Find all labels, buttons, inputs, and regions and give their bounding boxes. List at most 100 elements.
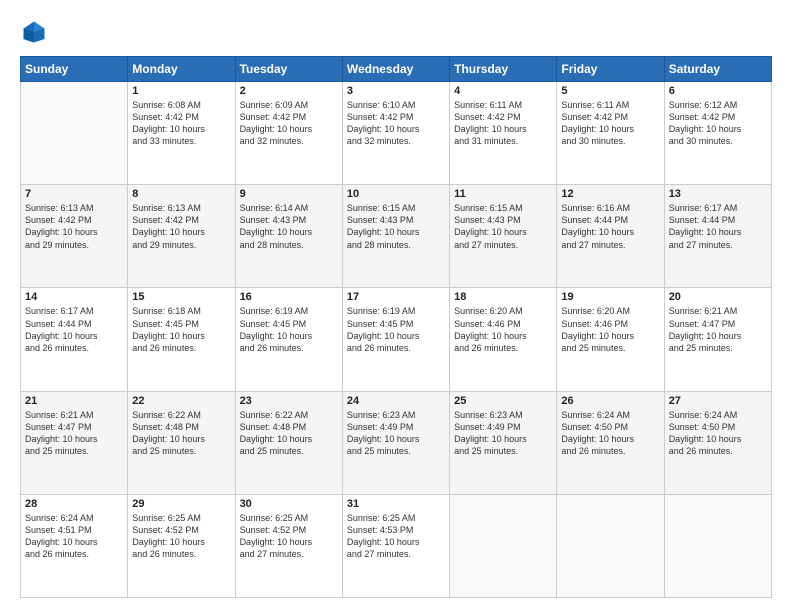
calendar-week-5: 28 Sunrise: 6:24 AM Sunset: 4:51 PM Dayli… (21, 494, 772, 597)
day-info: Sunrise: 6:24 AM Sunset: 4:51 PM Dayligh… (25, 512, 123, 561)
calendar-cell: 24 Sunrise: 6:23 AM Sunset: 4:49 PM Dayli… (342, 391, 449, 494)
header (20, 18, 772, 46)
day-number: 26 (561, 395, 659, 407)
calendar-cell: 17 Sunrise: 6:19 AM Sunset: 4:45 PM Dayli… (342, 288, 449, 391)
day-number: 22 (132, 395, 230, 407)
calendar-cell: 28 Sunrise: 6:24 AM Sunset: 4:51 PM Dayli… (21, 494, 128, 597)
day-info: Sunrise: 6:25 AM Sunset: 4:52 PM Dayligh… (240, 512, 338, 561)
day-info: Sunrise: 6:17 AM Sunset: 4:44 PM Dayligh… (25, 305, 123, 354)
calendar-cell: 20 Sunrise: 6:21 AM Sunset: 4:47 PM Dayli… (664, 288, 771, 391)
day-number: 8 (132, 188, 230, 200)
day-number: 2 (240, 85, 338, 97)
calendar-cell: 5 Sunrise: 6:11 AM Sunset: 4:42 PM Daylig… (557, 82, 664, 185)
calendar-cell: 15 Sunrise: 6:18 AM Sunset: 4:45 PM Dayli… (128, 288, 235, 391)
day-number: 6 (669, 85, 767, 97)
logo-icon (20, 18, 48, 46)
day-number: 18 (454, 291, 552, 303)
calendar-cell: 27 Sunrise: 6:24 AM Sunset: 4:50 PM Dayli… (664, 391, 771, 494)
day-info: Sunrise: 6:22 AM Sunset: 4:48 PM Dayligh… (132, 409, 230, 458)
day-info: Sunrise: 6:25 AM Sunset: 4:53 PM Dayligh… (347, 512, 445, 561)
weekday-friday: Friday (557, 57, 664, 82)
calendar-week-1: 1 Sunrise: 6:08 AM Sunset: 4:42 PM Daylig… (21, 82, 772, 185)
day-number: 19 (561, 291, 659, 303)
day-info: Sunrise: 6:20 AM Sunset: 4:46 PM Dayligh… (454, 305, 552, 354)
logo (20, 18, 52, 46)
day-number: 20 (669, 291, 767, 303)
day-number: 17 (347, 291, 445, 303)
day-number: 24 (347, 395, 445, 407)
weekday-saturday: Saturday (664, 57, 771, 82)
calendar-cell: 31 Sunrise: 6:25 AM Sunset: 4:53 PM Dayli… (342, 494, 449, 597)
day-info: Sunrise: 6:18 AM Sunset: 4:45 PM Dayligh… (132, 305, 230, 354)
page: SundayMondayTuesdayWednesdayThursdayFrid… (0, 0, 792, 612)
calendar-cell: 7Sunrise: 6:13 AM Sunset: 4:42 PM Daylig… (21, 185, 128, 288)
day-number: 16 (240, 291, 338, 303)
calendar-cell (557, 494, 664, 597)
day-info: Sunrise: 6:09 AM Sunset: 4:42 PM Dayligh… (240, 99, 338, 148)
day-info: Sunrise: 6:24 AM Sunset: 4:50 PM Dayligh… (669, 409, 767, 458)
calendar-cell (21, 82, 128, 185)
day-info: Sunrise: 6:13 AM Sunset: 4:42 PM Dayligh… (132, 202, 230, 251)
calendar-cell: 19 Sunrise: 6:20 AM Sunset: 4:46 PM Dayli… (557, 288, 664, 391)
day-info: Sunrise: 6:11 AM Sunset: 4:42 PM Dayligh… (561, 99, 659, 148)
day-number: 25 (454, 395, 552, 407)
calendar-cell: 26 Sunrise: 6:24 AM Sunset: 4:50 PM Dayli… (557, 391, 664, 494)
day-number: 21 (25, 395, 123, 407)
day-info: Sunrise: 6:19 AM Sunset: 4:45 PM Dayligh… (240, 305, 338, 354)
weekday-sunday: Sunday (21, 57, 128, 82)
weekday-monday: Monday (128, 57, 235, 82)
calendar-cell: 12 Sunrise: 6:16 AM Sunset: 4:44 PM Dayli… (557, 185, 664, 288)
weekday-header-row: SundayMondayTuesdayWednesdayThursdayFrid… (21, 57, 772, 82)
day-info: Sunrise: 6:12 AM Sunset: 4:42 PM Dayligh… (669, 99, 767, 148)
calendar-week-3: 14 Sunrise: 6:17 AM Sunset: 4:44 PM Dayli… (21, 288, 772, 391)
day-info: Sunrise: 6:11 AM Sunset: 4:42 PM Dayligh… (454, 99, 552, 148)
calendar-table: SundayMondayTuesdayWednesdayThursdayFrid… (20, 56, 772, 598)
calendar-cell: 30 Sunrise: 6:25 AM Sunset: 4:52 PM Dayli… (235, 494, 342, 597)
day-number: 9 (240, 188, 338, 200)
day-number: 3 (347, 85, 445, 97)
day-info: Sunrise: 6:17 AM Sunset: 4:44 PM Dayligh… (669, 202, 767, 251)
day-number: 28 (25, 498, 123, 510)
day-info: Sunrise: 6:19 AM Sunset: 4:45 PM Dayligh… (347, 305, 445, 354)
calendar-cell: 13 Sunrise: 6:17 AM Sunset: 4:44 PM Dayli… (664, 185, 771, 288)
day-number: 30 (240, 498, 338, 510)
calendar-cell: 25Sunrise: 6:23 AM Sunset: 4:49 PM Dayli… (450, 391, 557, 494)
day-number: 4 (454, 85, 552, 97)
day-number: 23 (240, 395, 338, 407)
day-info: Sunrise: 6:13 AM Sunset: 4:42 PM Dayligh… (25, 202, 123, 251)
day-info: Sunrise: 6:21 AM Sunset: 4:47 PM Dayligh… (669, 305, 767, 354)
day-info: Sunrise: 6:24 AM Sunset: 4:50 PM Dayligh… (561, 409, 659, 458)
calendar-cell: 10 Sunrise: 6:15 AM Sunset: 4:43 PM Dayli… (342, 185, 449, 288)
day-number: 1 (132, 85, 230, 97)
calendar-cell: 11 Sunrise: 6:15 AM Sunset: 4:43 PM Dayli… (450, 185, 557, 288)
calendar-cell: 29 Sunrise: 6:25 AM Sunset: 4:52 PM Dayli… (128, 494, 235, 597)
day-number: 10 (347, 188, 445, 200)
day-number: 31 (347, 498, 445, 510)
day-info: Sunrise: 6:10 AM Sunset: 4:42 PM Dayligh… (347, 99, 445, 148)
day-number: 12 (561, 188, 659, 200)
day-number: 29 (132, 498, 230, 510)
calendar-cell: 6 Sunrise: 6:12 AM Sunset: 4:42 PM Daylig… (664, 82, 771, 185)
calendar-cell: 4 Sunrise: 6:11 AM Sunset: 4:42 PM Daylig… (450, 82, 557, 185)
day-number: 11 (454, 188, 552, 200)
calendar-cell: 16 Sunrise: 6:19 AM Sunset: 4:45 PM Dayli… (235, 288, 342, 391)
day-number: 15 (132, 291, 230, 303)
calendar-cell: 23 Sunrise: 6:22 AM Sunset: 4:48 PM Dayli… (235, 391, 342, 494)
day-info: Sunrise: 6:20 AM Sunset: 4:46 PM Dayligh… (561, 305, 659, 354)
calendar-cell: 1 Sunrise: 6:08 AM Sunset: 4:42 PM Daylig… (128, 82, 235, 185)
day-info: Sunrise: 6:22 AM Sunset: 4:48 PM Dayligh… (240, 409, 338, 458)
day-info: Sunrise: 6:15 AM Sunset: 4:43 PM Dayligh… (347, 202, 445, 251)
day-info: Sunrise: 6:15 AM Sunset: 4:43 PM Dayligh… (454, 202, 552, 251)
day-info: Sunrise: 6:14 AM Sunset: 4:43 PM Dayligh… (240, 202, 338, 251)
day-number: 14 (25, 291, 123, 303)
day-number: 13 (669, 188, 767, 200)
day-number: 27 (669, 395, 767, 407)
day-info: Sunrise: 6:16 AM Sunset: 4:44 PM Dayligh… (561, 202, 659, 251)
day-info: Sunrise: 6:08 AM Sunset: 4:42 PM Dayligh… (132, 99, 230, 148)
calendar-cell (450, 494, 557, 597)
calendar-cell: 3 Sunrise: 6:10 AM Sunset: 4:42 PM Daylig… (342, 82, 449, 185)
day-info: Sunrise: 6:25 AM Sunset: 4:52 PM Dayligh… (132, 512, 230, 561)
day-number: 5 (561, 85, 659, 97)
calendar-week-2: 7Sunrise: 6:13 AM Sunset: 4:42 PM Daylig… (21, 185, 772, 288)
day-info: Sunrise: 6:23 AM Sunset: 4:49 PM Dayligh… (347, 409, 445, 458)
